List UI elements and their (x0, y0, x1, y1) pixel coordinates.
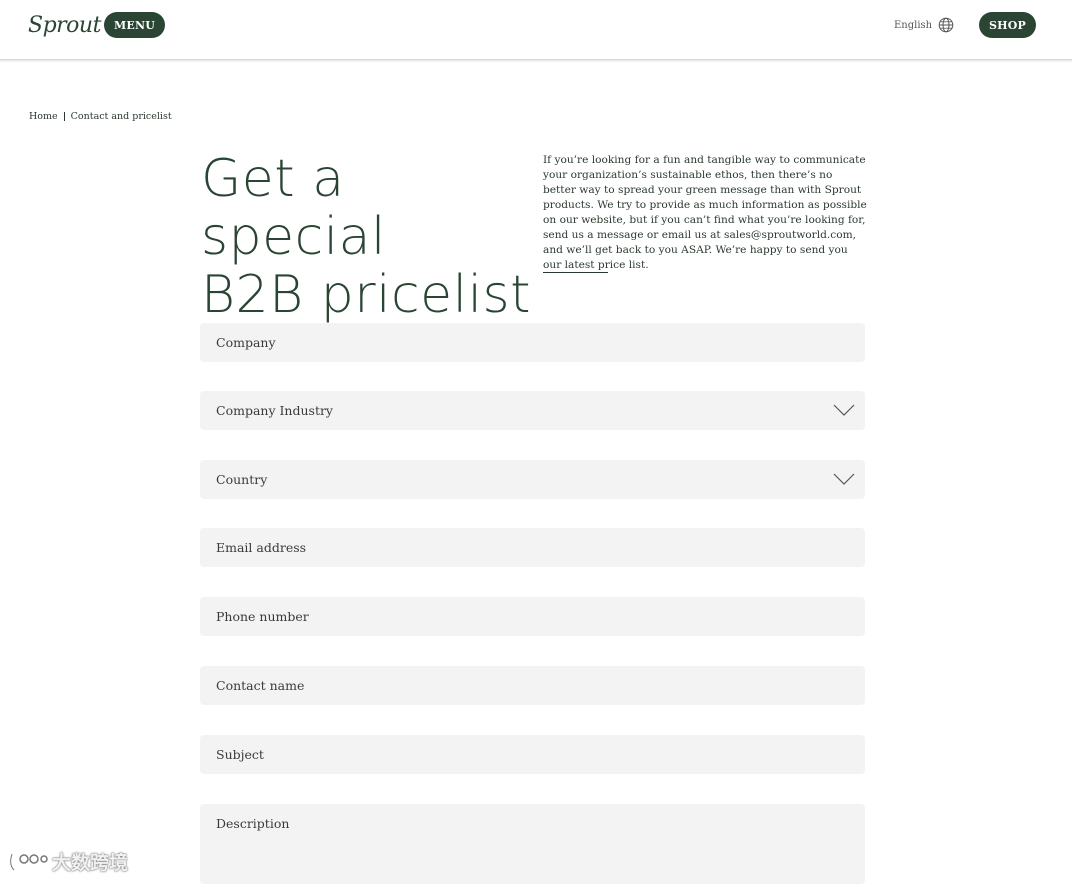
chevron-down-icon (833, 473, 855, 485)
breadcrumb-separator (63, 112, 65, 121)
subject-placeholder: Subject (216, 747, 264, 762)
email-placeholder: Email address (216, 540, 307, 555)
sprout-logo[interactable]: Sprout (28, 10, 115, 40)
breadcrumb-home[interactable]: Home (29, 111, 58, 122)
company-industry-select[interactable]: Company Industry (200, 391, 865, 430)
site-header: Sprout MENU English SHOP (0, 0, 1072, 60)
country-placeholder: Country (216, 472, 268, 487)
title-line-2: B2B pricelist (201, 265, 532, 325)
phone-placeholder: Phone number (216, 609, 309, 624)
description-placeholder: Description (216, 816, 290, 831)
title-line-1: Get a special (201, 149, 386, 267)
company-placeholder: Company (216, 335, 276, 350)
menu-button-label: MENU (113, 18, 155, 32)
page-title: Get a special B2B pricelist (201, 150, 531, 324)
email-field[interactable]: Email address (200, 528, 865, 567)
watermark-logo-icon (9, 853, 48, 871)
company-field[interactable]: Company (200, 323, 865, 362)
language-label: English (894, 19, 933, 31)
watermark: 大数跨境 (8, 848, 128, 875)
globe-icon (938, 17, 954, 33)
breadcrumb: Home Contact and pricelist (29, 111, 172, 122)
description-textarea[interactable]: Description (200, 804, 865, 884)
intro-text: If you’re looking for a fun and tangible… (543, 154, 867, 271)
breadcrumb-current[interactable]: Contact and pricelist (71, 111, 172, 122)
intro-divider (543, 272, 608, 273)
watermark-text: 大数跨境 (52, 852, 129, 874)
contact-name-placeholder: Contact name (216, 678, 305, 693)
chevron-down-icon (833, 404, 855, 416)
menu-button[interactable]: MENU (104, 12, 165, 38)
language-selector[interactable]: English (894, 16, 954, 34)
country-select[interactable]: Country (200, 460, 865, 499)
subject-field[interactable]: Subject (200, 735, 865, 774)
shop-button[interactable]: SHOP (979, 12, 1036, 38)
contact-name-field[interactable]: Contact name (200, 666, 865, 705)
company-industry-placeholder: Company Industry (216, 403, 333, 418)
shop-button-label: SHOP (989, 18, 1026, 32)
phone-field[interactable]: Phone number (200, 597, 865, 636)
logo-text: Sprout (28, 12, 101, 38)
